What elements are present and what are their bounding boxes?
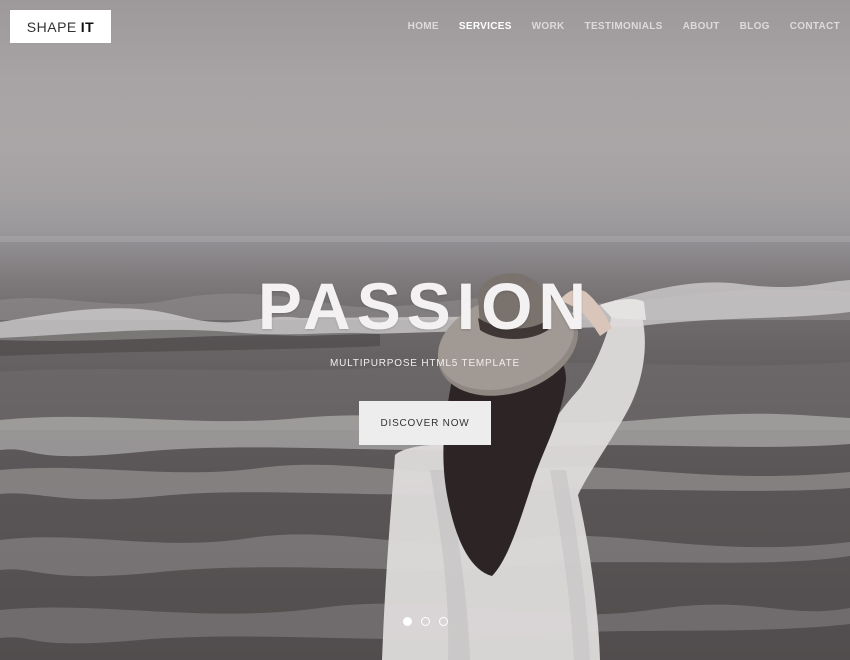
nav-item-testimonials[interactable]: TESTIMONIALS xyxy=(585,21,663,32)
nav-item-services[interactable]: SERVICES xyxy=(459,21,512,32)
main-navigation: HOME SERVICES WORK TESTIMONIALS ABOUT BL… xyxy=(388,21,840,32)
slider-dot-3[interactable] xyxy=(438,617,448,626)
slider-dot-2[interactable] xyxy=(420,617,430,626)
nav-item-blog[interactable]: BLOG xyxy=(740,21,770,32)
logo-text-light: SHAPE xyxy=(26,18,77,35)
nav-item-contact[interactable]: CONTACT xyxy=(790,21,840,32)
hero-section: SHAPE IT HOME SERVICES WORK TESTIMONIALS… xyxy=(0,0,850,660)
slider-pagination xyxy=(0,617,850,626)
discover-now-button[interactable]: DISCOVER NOW xyxy=(359,401,491,445)
logo-text-bold: IT xyxy=(80,18,95,35)
hero-subheadline: MULTIPURPOSE HTML5 TEMPLATE xyxy=(330,358,520,369)
logo[interactable]: SHAPE IT xyxy=(10,10,111,43)
slider-dot-1[interactable] xyxy=(402,617,412,626)
nav-item-home[interactable]: HOME xyxy=(408,21,439,32)
hero-headline: PASSION xyxy=(257,269,593,343)
nav-item-about[interactable]: ABOUT xyxy=(683,21,720,32)
nav-item-work[interactable]: WORK xyxy=(532,21,565,32)
